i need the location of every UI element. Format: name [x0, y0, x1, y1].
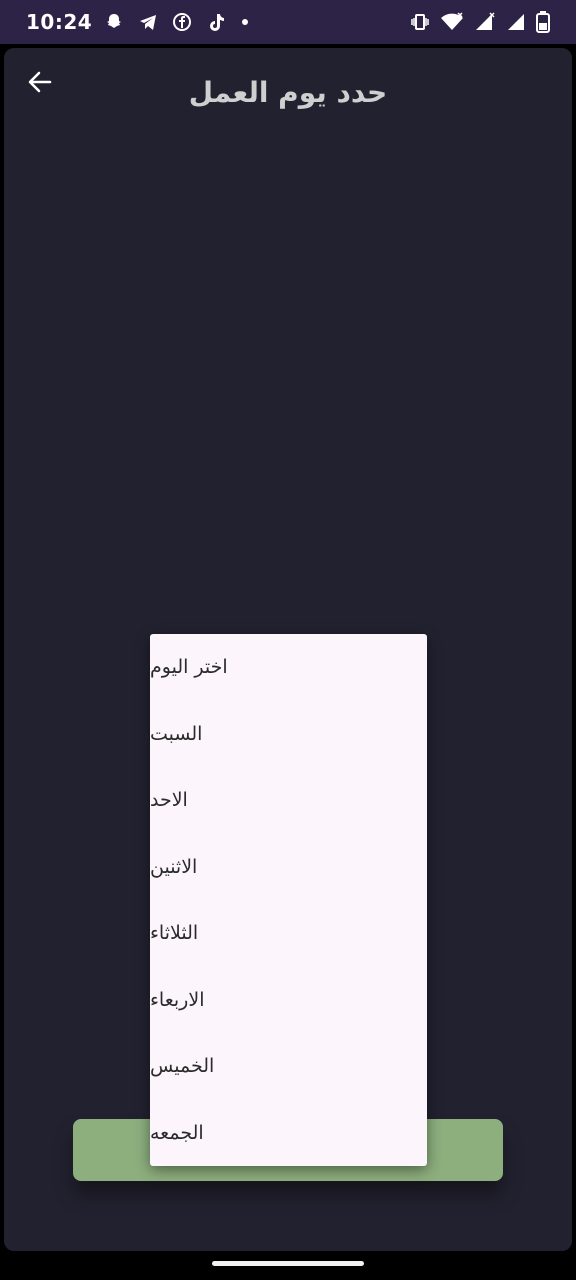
tiktok-icon	[206, 12, 226, 32]
wifi-icon	[440, 12, 464, 32]
notification-icons	[104, 12, 250, 32]
dot-icon	[240, 12, 250, 32]
signal-icon	[474, 12, 496, 32]
status-time: 10:24	[26, 10, 93, 34]
snapchat-icon	[104, 12, 124, 32]
menu-item-saturday[interactable]: السبت	[150, 701, 427, 768]
menu-item-thursday[interactable]: الخميس	[150, 1033, 427, 1100]
page-title: حدد يوم العمل	[188, 76, 388, 109]
menu-item-monday[interactable]: الاثنين	[150, 834, 427, 901]
menu-item-choose-day[interactable]: اختر اليوم	[150, 634, 427, 701]
home-indicator[interactable]	[212, 1261, 364, 1266]
menu-item-wednesday[interactable]: الاربعاء	[150, 967, 427, 1034]
signal-icon	[506, 12, 526, 32]
menu-item-sunday[interactable]: الاحد	[150, 767, 427, 834]
telegram-icon	[138, 12, 158, 32]
day-dropdown-menu: اختر اليوم السبت الاحد الاثنين الثلاثاء …	[150, 634, 427, 1166]
vibrate-icon	[410, 12, 430, 32]
battery-icon	[536, 11, 550, 33]
facebook-icon	[172, 12, 192, 32]
system-icons	[410, 11, 550, 33]
app-screen: حدد يوم العمل اختر اليوم السبت الاحد الا…	[4, 48, 572, 1251]
menu-item-tuesday[interactable]: الثلاثاء	[150, 900, 427, 967]
status-bar: 10:24	[0, 0, 576, 44]
menu-item-friday[interactable]: الجمعه	[150, 1100, 427, 1167]
